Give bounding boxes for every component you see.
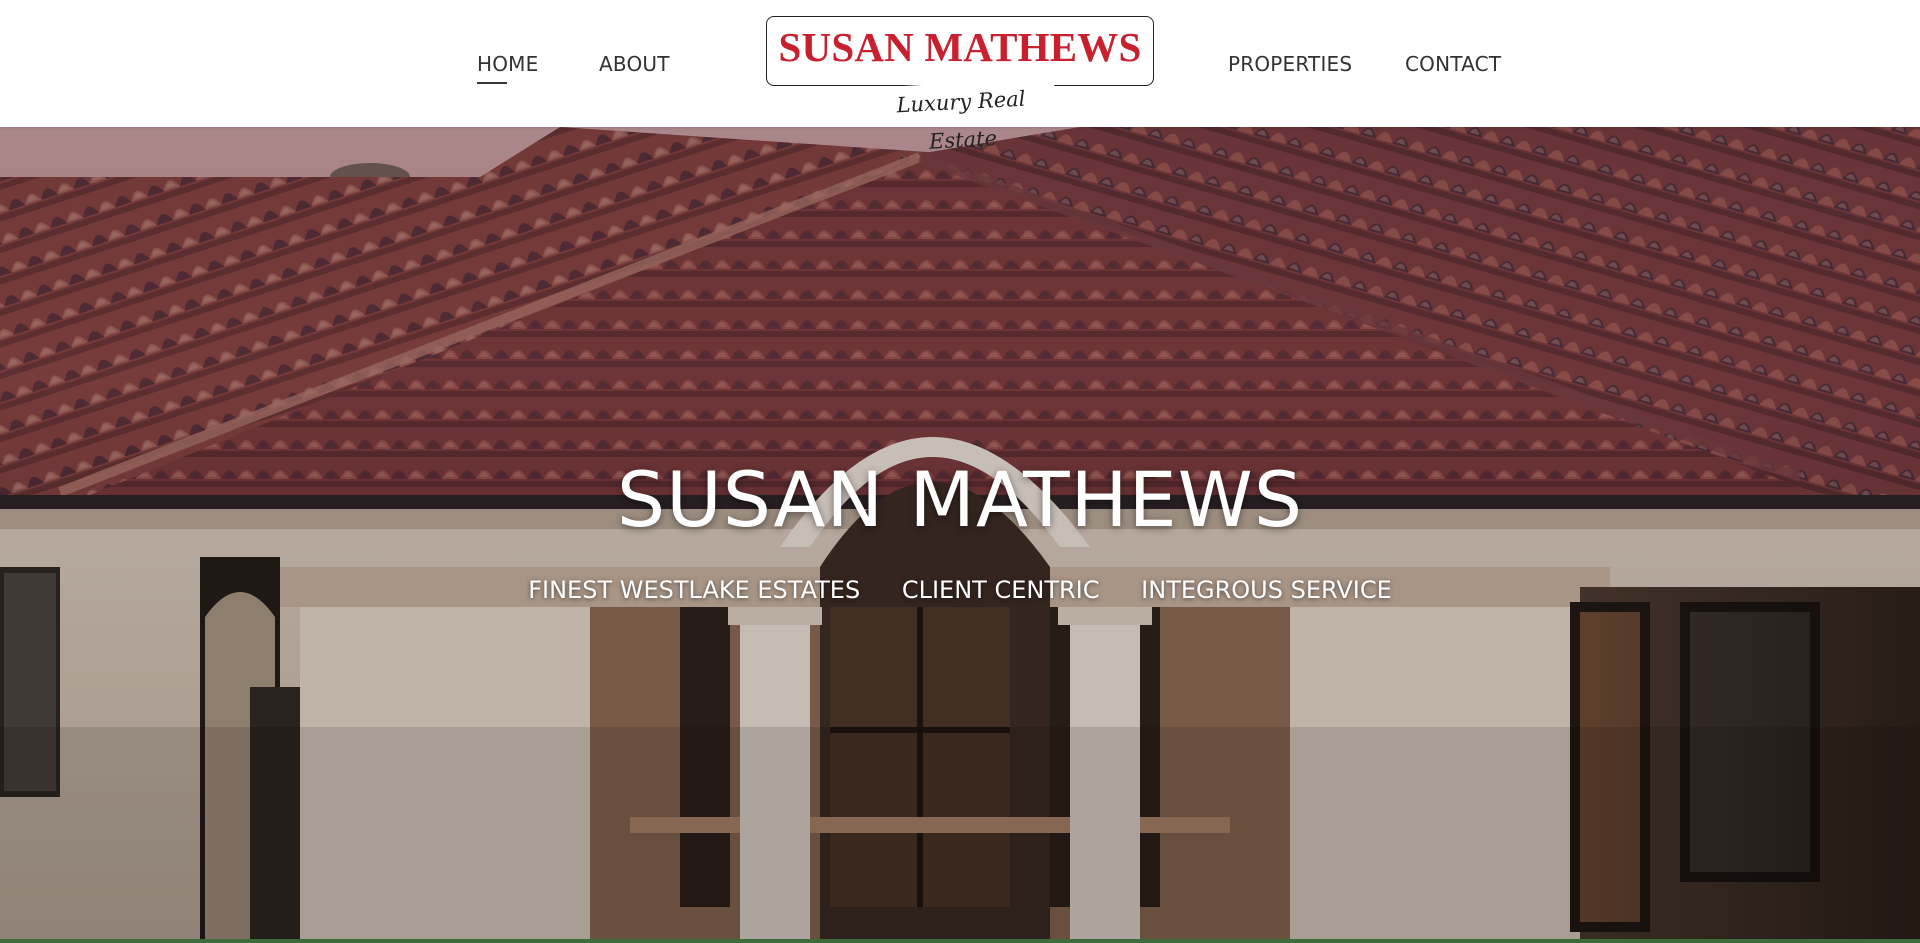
nav-contact-link[interactable]: CONTACT <box>1405 52 1501 76</box>
nav-about-link[interactable]: ABOUT <box>599 52 670 76</box>
site-header: HOME ABOUT SUSAN MATHEWS Luxury Real Est… <box>0 0 1920 154</box>
logo-name: SUSAN MATHEWS <box>778 24 1142 70</box>
logo-tagline: Luxury Real Estate <box>866 78 1056 154</box>
nav-properties-link[interactable]: PROPERTIES <box>1228 52 1352 76</box>
hero-title: SUSAN MATHEWS <box>616 455 1304 544</box>
hero-tagline-3: INTEGROUS SERVICE <box>1141 576 1392 604</box>
nav-home-label: HOME <box>477 52 539 76</box>
hero-taglines: FINEST WESTLAKE ESTATES CLIENT CENTRIC I… <box>0 576 1920 604</box>
hero-tagline-2: CLIENT CENTRIC <box>901 576 1100 604</box>
hero-tagline-1: FINEST WESTLAKE ESTATES <box>528 576 861 604</box>
active-nav-underline <box>477 82 507 84</box>
nav-home-link[interactable]: HOME <box>477 52 539 84</box>
lawn-strip <box>0 939 1920 943</box>
site-logo[interactable]: SUSAN MATHEWS Luxury Real Estate <box>766 16 1154 154</box>
hero-section: SUSAN MATHEWS FINEST WESTLAKE ESTATES CL… <box>0 127 1920 943</box>
